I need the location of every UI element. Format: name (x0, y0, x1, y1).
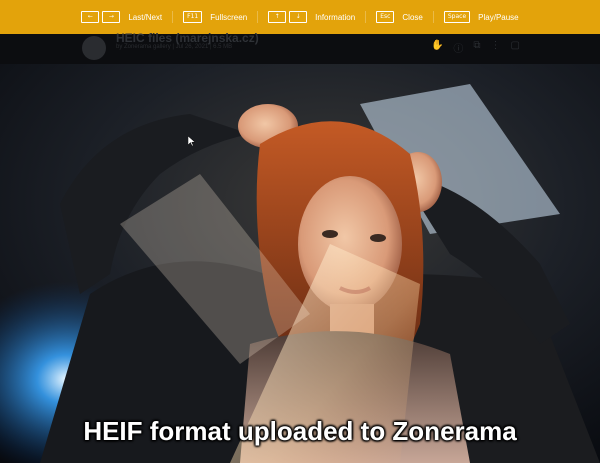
portrait-photo (0, 64, 600, 463)
mouse-cursor-icon (188, 136, 196, 146)
album-toolbar: ✋ ⓘ ⧉ ⋮ ▢ (431, 40, 520, 55)
hint-last-next: ← → Last/Next (81, 11, 162, 23)
album-meta: by Zonerama gallery | Jul 26, 2021 | 6.5… (116, 44, 233, 50)
album-title: HEIC files (marejnska.cz) (116, 31, 259, 45)
avatar (82, 36, 106, 60)
up-arrow-key-icon: ↑ (268, 11, 287, 23)
album-header-dimmed: HEIC files (marejnska.cz) by Zonerama ga… (0, 31, 600, 64)
photo-viewer[interactable] (0, 64, 600, 463)
share-icon: ⧉ (473, 40, 481, 51)
hint-label-close: Close (402, 12, 423, 22)
left-arrow-key-icon: ← (81, 11, 100, 23)
hint-play-pause: Space Play/Pause (432, 11, 519, 23)
hint-fullscreen: F11 Fullscreen (172, 11, 247, 23)
keyboard-hint-bar: ← → Last/Next F11 Fullscreen ↑ ↓ Informa… (0, 0, 600, 34)
info-icon: ⓘ (453, 44, 464, 55)
hint-label-fullscreen: Fullscreen (210, 12, 248, 22)
more-icon: ⋮ (490, 40, 501, 51)
exif-icon: ▢ (510, 40, 520, 51)
hint-label-last-next: Last/Next (128, 12, 163, 22)
hint-label-play-pause: Play/Pause (478, 12, 519, 22)
photo-caption: HEIF format uploaded to Zonerama (83, 416, 517, 446)
f11-key-icon: F11 (183, 11, 203, 23)
hint-label-information: Information (315, 12, 356, 22)
hint-information: ↑ ↓ Information (257, 11, 355, 23)
hint-close: Esc Close (365, 11, 423, 23)
like-icon: ✋ (430, 40, 444, 51)
down-arrow-key-icon: ↓ (289, 11, 308, 23)
esc-key-icon: Esc (376, 11, 395, 23)
space-key-icon: Space (443, 11, 471, 23)
right-arrow-key-icon: → (102, 11, 121, 23)
